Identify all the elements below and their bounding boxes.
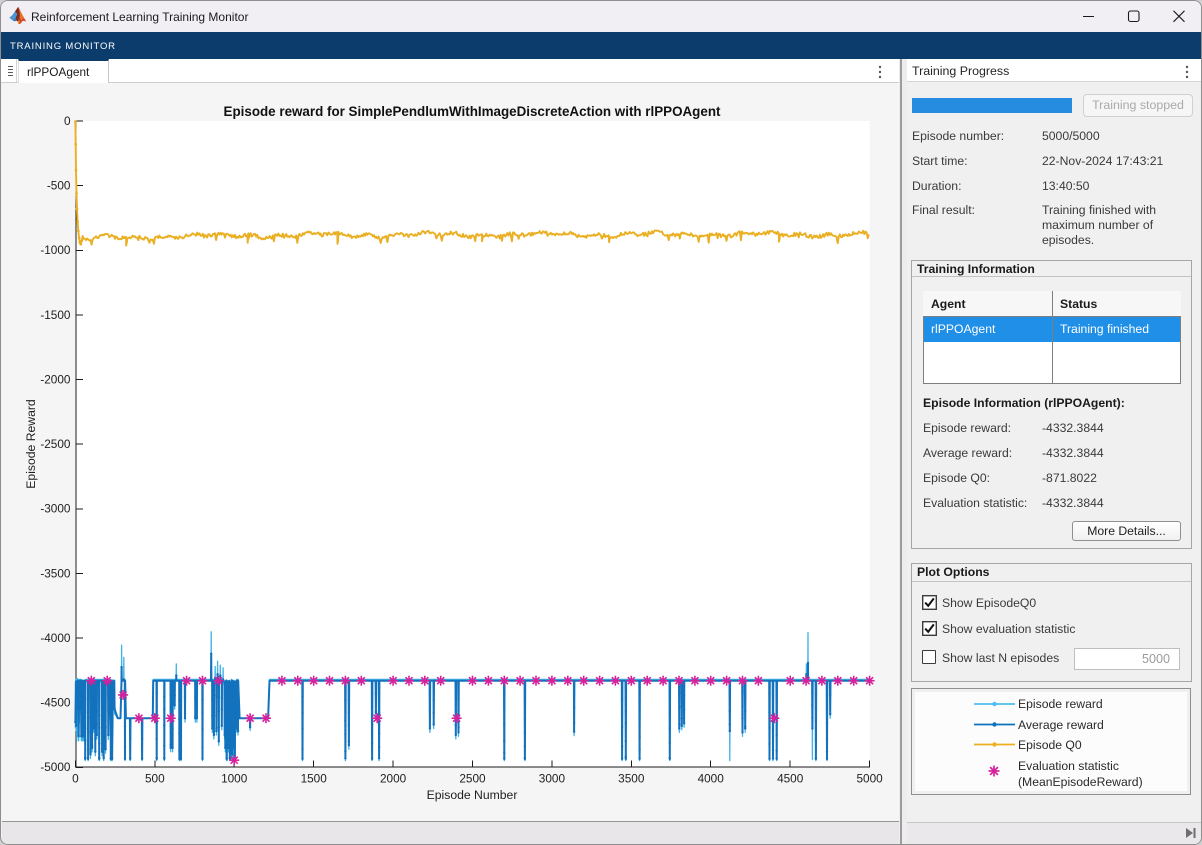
svg-text:0: 0 — [64, 114, 71, 128]
svg-text:1500: 1500 — [301, 772, 328, 786]
svg-text:-2000: -2000 — [40, 372, 71, 386]
svg-text:-2500: -2500 — [40, 437, 71, 451]
svg-text:Episode reward for SimplePendl: Episode reward for SimplePendlumWithImag… — [224, 104, 721, 119]
svg-text:0: 0 — [72, 772, 79, 786]
svg-text:-3500: -3500 — [40, 566, 71, 580]
svg-text:Episode Reward: Episode Reward — [24, 399, 38, 488]
svg-text:1000: 1000 — [221, 772, 248, 786]
svg-text:4000: 4000 — [698, 772, 725, 786]
svg-text:500: 500 — [145, 772, 165, 786]
svg-text:3500: 3500 — [618, 772, 645, 786]
svg-text:4500: 4500 — [777, 772, 804, 786]
svg-text:Episode Number: Episode Number — [427, 788, 518, 802]
svg-text:-3000: -3000 — [40, 502, 71, 516]
svg-text:-500: -500 — [47, 179, 71, 193]
svg-text:-1500: -1500 — [40, 308, 71, 322]
svg-text:-4500: -4500 — [40, 696, 71, 710]
svg-text:-1000: -1000 — [40, 243, 71, 257]
svg-text:2500: 2500 — [459, 772, 486, 786]
svg-text:-4000: -4000 — [40, 631, 71, 645]
svg-text:2000: 2000 — [380, 772, 407, 786]
svg-text:3000: 3000 — [539, 772, 566, 786]
svg-text:5000: 5000 — [856, 772, 883, 786]
svg-text:-5000: -5000 — [40, 760, 71, 774]
